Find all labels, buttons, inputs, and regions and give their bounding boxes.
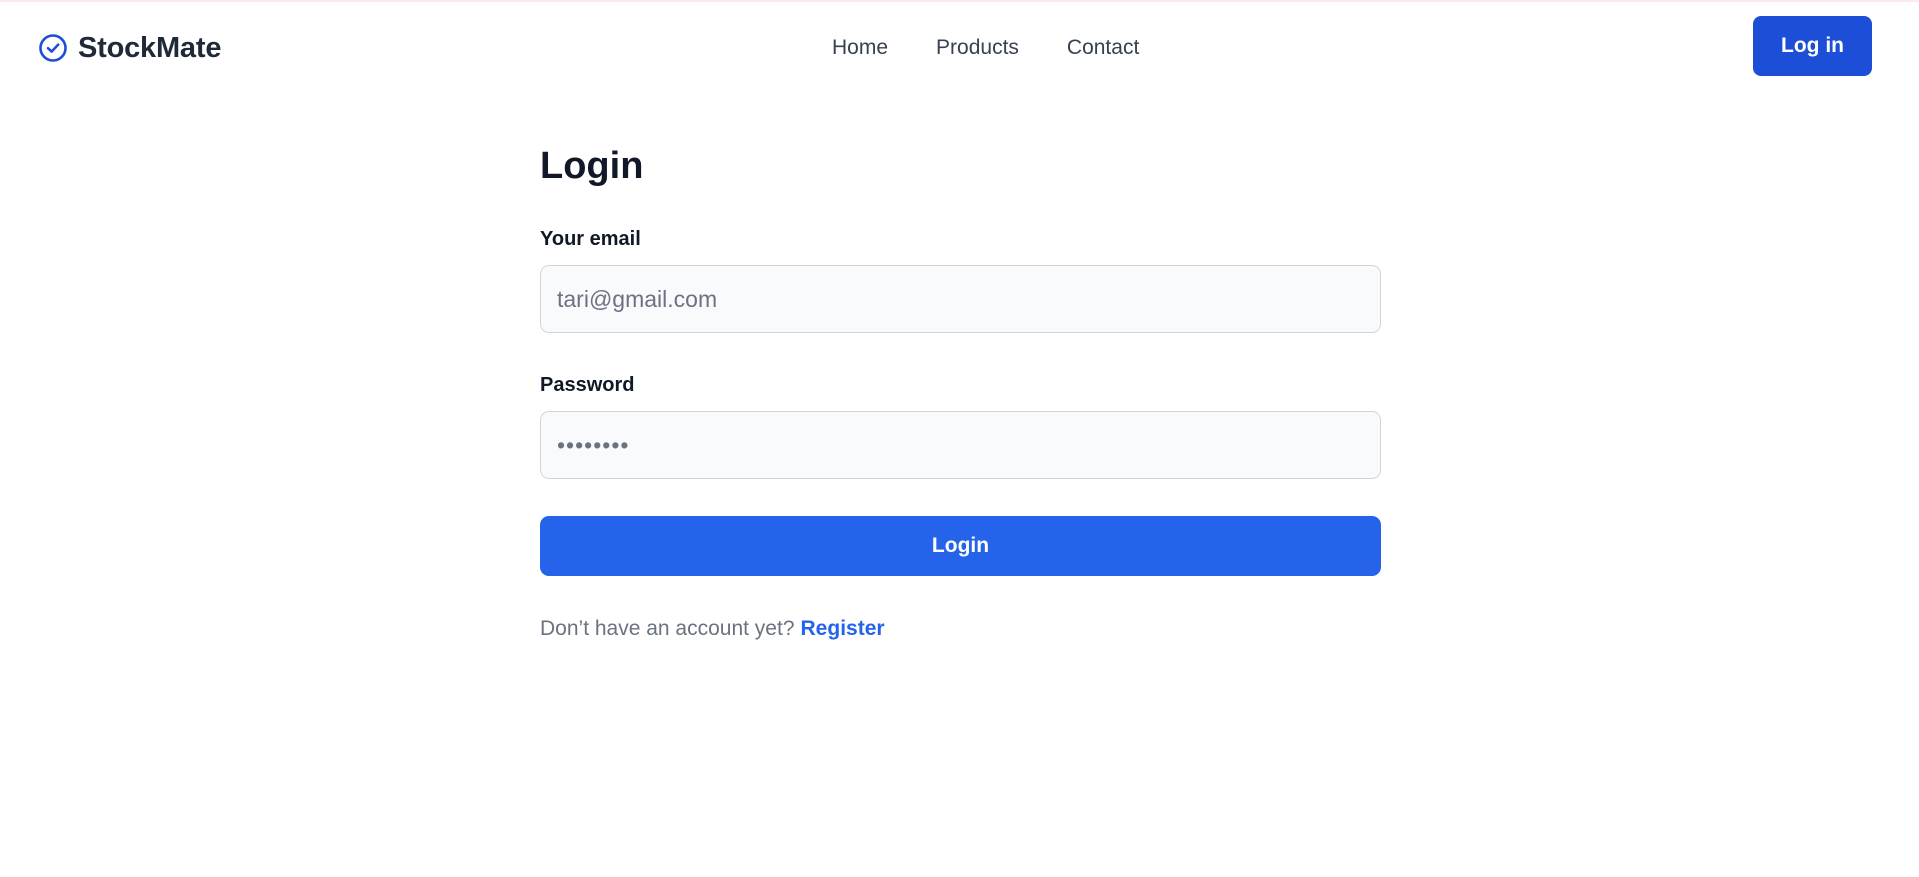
login-form: Login Your email Password Login Don’t ha… bbox=[540, 140, 1381, 640]
email-label: Your email bbox=[540, 228, 641, 250]
check-circle-icon bbox=[38, 33, 68, 63]
password-field[interactable] bbox=[540, 411, 1381, 479]
nav-link-contact[interactable]: Contact bbox=[1067, 32, 1139, 64]
login-submit-button[interactable]: Login bbox=[540, 516, 1381, 576]
nav-link-home[interactable]: Home bbox=[832, 32, 888, 64]
email-field[interactable] bbox=[540, 265, 1381, 333]
password-label: Password bbox=[540, 374, 635, 396]
nav-link-products[interactable]: Products bbox=[936, 32, 1019, 64]
main-nav: Home Products Contact bbox=[832, 32, 1139, 64]
navbar: StockMate Home Products Contact Log in bbox=[0, 2, 1919, 94]
register-prompt-text: Don’t have an account yet? bbox=[540, 617, 795, 640]
register-prompt: Don’t have an account yet? Register bbox=[540, 614, 885, 644]
brand-logo-link[interactable]: StockMate bbox=[38, 30, 221, 66]
page-title: Login bbox=[540, 145, 644, 187]
nav-login-button[interactable]: Log in bbox=[1753, 16, 1872, 76]
register-link[interactable]: Register bbox=[801, 617, 885, 640]
brand-name: StockMate bbox=[78, 31, 222, 64]
